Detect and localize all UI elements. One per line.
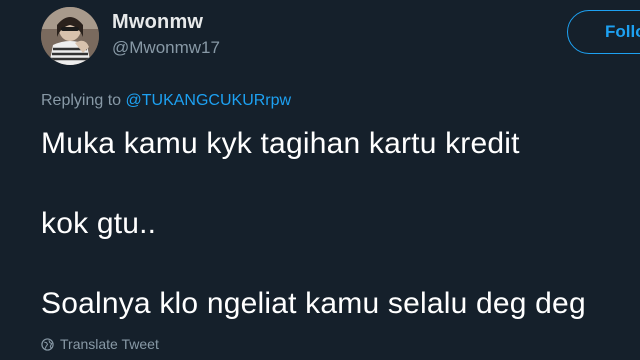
replying-to: Replying to @TUKANGCUKURrpw: [41, 92, 291, 110]
reply-mention-link[interactable]: @TUKANGCUKURrpw: [126, 92, 292, 109]
user-handle[interactable]: @Mwonmw17: [112, 38, 220, 58]
translate-label: Translate Tweet: [60, 336, 159, 352]
display-name[interactable]: Mwonmw: [112, 11, 203, 34]
tweet-text-line: Soalnya klo ngeliat kamu selalu deg deg: [41, 287, 586, 320]
tweet-card: Mwonmw @Mwonmw17 Follo Replying to @TUKA…: [0, 0, 640, 360]
avatar-image: [41, 7, 99, 65]
tweet-text-line: Muka kamu kyk tagihan kartu kredit: [41, 127, 520, 160]
globe-icon: [41, 337, 54, 351]
follow-button[interactable]: Follo: [567, 10, 640, 54]
translate-tweet-link[interactable]: Translate Tweet: [41, 336, 159, 352]
tweet-text-line: kok gtu..: [41, 207, 157, 240]
avatar[interactable]: [41, 7, 99, 65]
replying-to-prefix: Replying to: [41, 92, 126, 109]
